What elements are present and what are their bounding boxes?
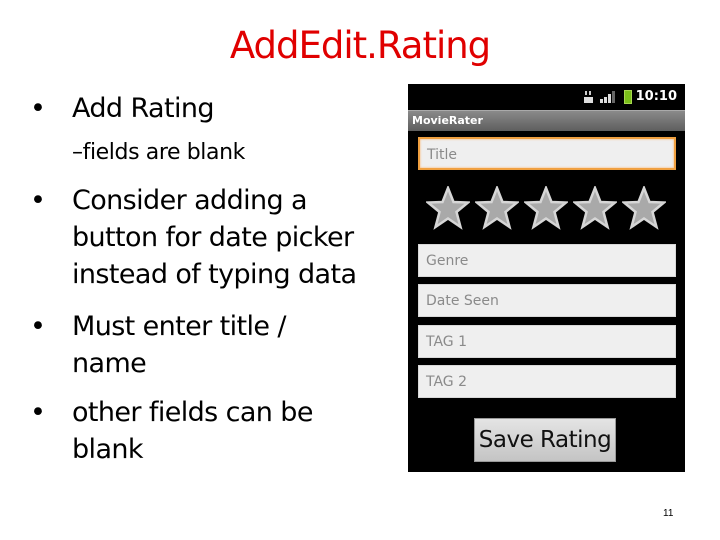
- bullet-text-line: Consider adding a: [72, 185, 308, 216]
- sub-bullet-fields-blank: –fields are blank: [72, 138, 245, 168]
- sub-bullet-dash: –: [72, 140, 83, 165]
- bullet-text-line: blank: [72, 434, 144, 465]
- bullet-text-line: name: [72, 348, 147, 379]
- signal-strength-icon: [600, 91, 615, 103]
- tag1-placeholder: TAG 1: [426, 334, 468, 350]
- page-number: 11: [663, 508, 674, 519]
- star-icon-5[interactable]: [622, 186, 666, 230]
- status-clock: 10:10: [635, 89, 677, 104]
- title-input[interactable]: Title: [418, 137, 676, 170]
- star-icon-4[interactable]: [573, 186, 617, 230]
- bullet-dot: •: [30, 185, 46, 216]
- app-title: MovieRater: [412, 114, 483, 127]
- sub-bullet-text: fields are blank: [82, 140, 246, 165]
- status-bar: 10:10: [408, 84, 685, 110]
- tag1-input[interactable]: TAG 1: [418, 325, 676, 358]
- date-seen-placeholder: Date Seen: [426, 293, 499, 309]
- network-3g-icon: [584, 91, 593, 103]
- battery-charging-icon: [624, 90, 632, 104]
- bullet-text: Add Rating: [72, 93, 215, 124]
- title-placeholder: Title: [427, 147, 458, 163]
- bullet-dot: •: [30, 397, 46, 428]
- genre-placeholder: Genre: [426, 253, 469, 269]
- star-icon-3[interactable]: [524, 186, 568, 230]
- star-icon-1[interactable]: [426, 186, 470, 230]
- rating-bar[interactable]: [426, 186, 666, 232]
- bullet-dot: •: [30, 311, 46, 342]
- tag2-placeholder: TAG 2: [426, 374, 468, 390]
- genre-input[interactable]: Genre: [418, 244, 676, 277]
- app-title-bar: MovieRater: [408, 110, 685, 131]
- slide-title: AddEdit.Rating: [229, 24, 491, 67]
- date-seen-input[interactable]: Date Seen: [418, 284, 676, 317]
- save-rating-button[interactable]: Save Rating: [474, 418, 616, 462]
- tag2-input[interactable]: TAG 2: [418, 365, 676, 398]
- bullet-text-line: button for date picker: [72, 222, 354, 253]
- bullet-dot: •: [30, 93, 46, 124]
- bullet-text-line: Must enter title /: [72, 311, 287, 342]
- bullet-text-line: instead of typing data: [72, 259, 357, 290]
- phone-screenshot: 10:10 MovieRater Title Genre Date Seen T…: [408, 84, 685, 472]
- star-icon-2[interactable]: [475, 186, 519, 230]
- bullet-text-line: other fields can be: [72, 397, 313, 428]
